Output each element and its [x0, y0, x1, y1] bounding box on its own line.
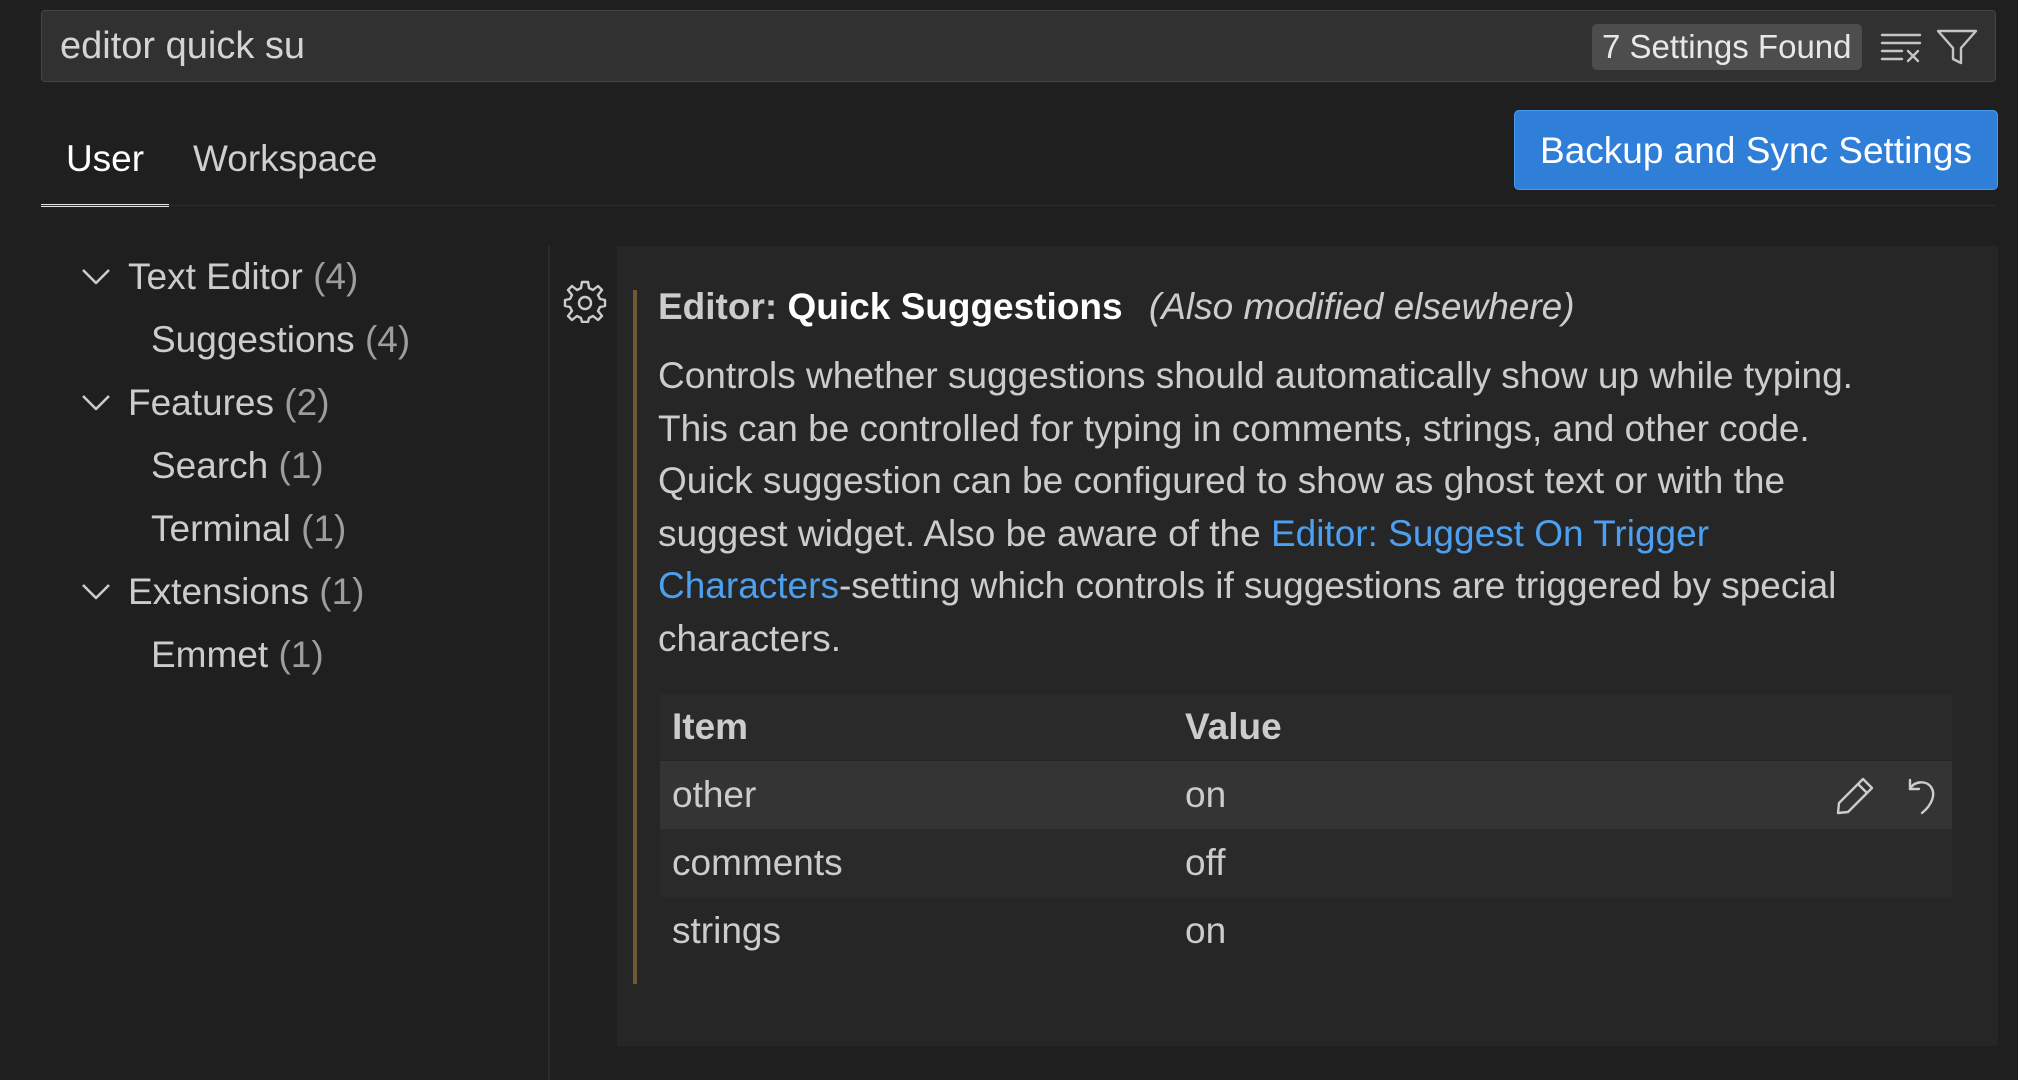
- row-value: off: [1185, 842, 1226, 883]
- toc-count: (4): [364, 319, 411, 360]
- toc-count: (1): [278, 445, 324, 486]
- sash-divider[interactable]: [548, 246, 550, 1080]
- desc-line: Characters-setting which controls if sug…: [658, 560, 1988, 613]
- toc-count: (1): [301, 508, 347, 549]
- table-row[interactable]: comments off: [660, 829, 1952, 897]
- toc-count: (4): [313, 256, 359, 297]
- desc-line: characters.: [658, 617, 842, 659]
- search-input[interactable]: [60, 11, 1560, 81]
- gear-icon[interactable]: [563, 279, 607, 324]
- row-value: on: [1185, 910, 1227, 951]
- chevron-down-icon: [82, 269, 110, 285]
- filter-icon[interactable]: [1936, 27, 1978, 67]
- chevron-down-icon: [82, 395, 110, 411]
- row-item: other: [672, 774, 757, 815]
- desc-text: suggest widget. Also be aware of the: [658, 512, 1271, 554]
- row-item: comments: [672, 842, 843, 883]
- header-item: Item: [672, 706, 749, 747]
- edit-icon[interactable]: [1834, 775, 1876, 817]
- table-row[interactable]: strings on: [660, 897, 1952, 965]
- search-bar: 7 Settings Found: [41, 10, 1996, 82]
- clear-filter-icon[interactable]: [1880, 27, 1922, 67]
- setting-description: Controls whether suggestions should auto…: [658, 350, 1988, 665]
- toc-label: Text Editor: [128, 256, 303, 297]
- toc-label: Search: [151, 445, 269, 486]
- desc-line: Quick suggestion can be configured to sh…: [658, 460, 1786, 501]
- toc-label: Terminal: [151, 508, 291, 549]
- suggest-on-trigger-link[interactable]: Characters: [658, 565, 839, 606]
- toc-label: Extensions: [128, 571, 309, 612]
- toc-label: Suggestions: [151, 319, 355, 360]
- modified-elsewhere-note[interactable]: (Also modified elsewhere): [1149, 286, 1575, 327]
- modified-indicator: [633, 290, 637, 984]
- desc-text: -setting which controls if suggestions a…: [838, 565, 1837, 606]
- desc-line: This can be controlled for typing in com…: [658, 407, 1810, 449]
- row-value: on: [1185, 774, 1227, 815]
- chevron-down-icon: [82, 584, 110, 600]
- reset-icon[interactable]: [1900, 775, 1942, 817]
- table-row[interactable]: other on: [660, 761, 1952, 829]
- desc-line: suggest widget. Also be aware of the Edi…: [658, 508, 1988, 561]
- header-value: Value: [1185, 706, 1282, 747]
- toc-label: Features: [128, 382, 275, 423]
- setting-name: Quick Suggestions: [787, 286, 1123, 327]
- toc-count: (1): [319, 571, 365, 612]
- setting-category: Editor:: [658, 286, 778, 327]
- desc-line: Controls whether suggestions should auto…: [658, 355, 1853, 396]
- table-header: Item Value: [660, 694, 1952, 760]
- row-item: strings: [672, 910, 781, 951]
- toc-label: Emmet: [151, 634, 269, 675]
- backup-sync-button[interactable]: Backup and Sync Settings: [1514, 110, 1998, 190]
- tab-workspace[interactable]: Workspace: [193, 120, 377, 204]
- tabs-divider: [41, 205, 1996, 206]
- toc-count: (1): [278, 634, 324, 675]
- toc-count: (2): [284, 382, 330, 423]
- tab-user[interactable]: User: [41, 120, 169, 207]
- suggest-on-trigger-link[interactable]: Editor: Suggest On Trigger: [1271, 513, 1709, 554]
- results-count-badge: 7 Settings Found: [1592, 24, 1862, 70]
- setting-title: Editor: Quick Suggestions (Also modified…: [658, 282, 1575, 332]
